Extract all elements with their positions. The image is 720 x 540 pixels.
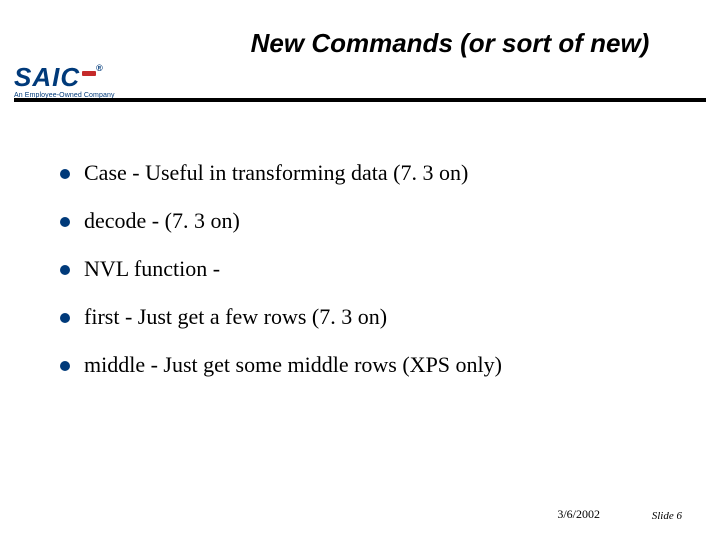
logo-name: SAIC: [14, 62, 80, 92]
bullet-icon: [60, 169, 70, 179]
list-item-text: first - Just get a few rows (7. 3 on): [84, 304, 387, 330]
list-item-text: Case - Useful in transforming data (7. 3…: [84, 160, 468, 186]
bullet-icon: [60, 361, 70, 371]
slide: New Commands (or sort of new) SAIC® An E…: [0, 0, 720, 540]
list-item: decode - (7. 3 on): [60, 208, 680, 234]
bullet-icon: [60, 313, 70, 323]
list-item-text: decode - (7. 3 on): [84, 208, 240, 234]
bullet-icon: [60, 217, 70, 227]
list-item: Case - Useful in transforming data (7. 3…: [60, 160, 680, 186]
logo-registered-icon: ®: [96, 63, 104, 73]
list-item: middle - Just get some middle rows (XPS …: [60, 352, 680, 378]
list-item: NVL function -: [60, 256, 680, 282]
bullet-icon: [60, 265, 70, 275]
list-item-text: NVL function -: [84, 256, 220, 282]
logo-dash-icon: [82, 71, 96, 76]
list-item: first - Just get a few rows (7. 3 on): [60, 304, 680, 330]
slide-title: New Commands (or sort of new): [0, 28, 720, 59]
footer-date: 3/6/2002: [557, 507, 600, 522]
divider: [14, 98, 706, 102]
logo-text: SAIC ®: [14, 64, 134, 90]
content-list: Case - Useful in transforming data (7. 3…: [60, 160, 680, 400]
footer-slide-number: Slide 6: [652, 510, 682, 522]
list-item-text: middle - Just get some middle rows (XPS …: [84, 352, 502, 378]
logo: SAIC® An Employee-Owned Company: [14, 64, 134, 99]
